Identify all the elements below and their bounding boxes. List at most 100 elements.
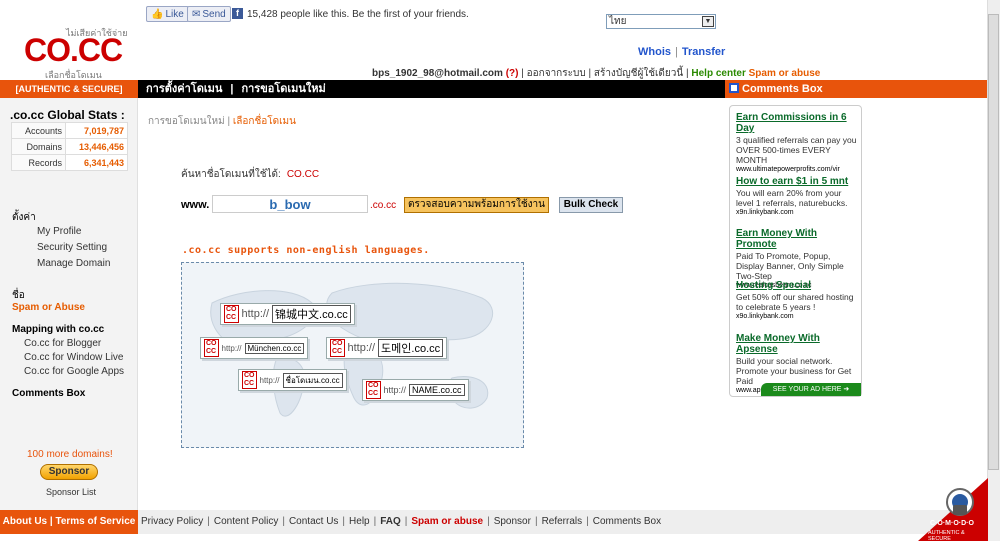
sponsor-button[interactable]: Sponsor xyxy=(40,464,98,480)
language-select[interactable]: ไทย ▼ xyxy=(606,14,716,29)
scrollbar-thumb[interactable] xyxy=(988,14,999,470)
domain-search-input[interactable] xyxy=(212,195,368,213)
ad-title[interactable]: Earn Commissions in 6 Day xyxy=(736,112,860,134)
sidebar-heading-name: ชื่อ xyxy=(12,290,25,301)
footer-link-sponsor[interactable]: Sponsor xyxy=(494,516,531,527)
footer-link-help[interactable]: Help xyxy=(349,516,370,527)
sidebar-item-my-profile[interactable]: My Profile xyxy=(37,226,81,237)
chip-domain: ชื่อโดเมน.co.cc xyxy=(282,372,343,388)
ad-title[interactable]: How to earn $1 in 5 mnt xyxy=(736,176,860,187)
table-row: Accounts 7,019,787 xyxy=(11,122,128,139)
sidebar-item-security[interactable]: Security Setting xyxy=(37,242,107,253)
breadcrumb-choose-domain: เลือกชื่อโดเมน xyxy=(232,116,296,127)
facebook-icon: f xyxy=(232,8,243,19)
more-domains-text: 100 more domains! xyxy=(27,449,113,460)
sidebar-item-window-live[interactable]: Co.cc for Window Live xyxy=(24,352,123,363)
chip-prefix: http:// xyxy=(383,385,407,395)
footer-links: Privacy Policy | Content Policy | Contact Us… xyxy=(138,510,987,534)
domain-example-chip: CO CC http://NAME.co.cc xyxy=(362,379,469,401)
chip-domain: 도메인.co.cc xyxy=(378,339,444,357)
comodo-subtext: AUTHENTIC & SECURE xyxy=(928,530,965,541)
chip-prefix: http:// xyxy=(259,375,280,385)
facebook-like-button[interactable]: 👍 Like xyxy=(146,6,189,22)
comment-icon xyxy=(729,83,739,93)
tab-domain-settings[interactable]: การตั้งค่าโดเมน xyxy=(146,83,222,95)
ad-title[interactable]: Hosting Special xyxy=(736,280,860,291)
bulk-check-button[interactable]: Bulk Check xyxy=(559,197,623,213)
chip-domain: NAME.co.cc xyxy=(409,384,465,396)
domain-example-chip: CO CC http://도메인.co.cc xyxy=(326,337,448,359)
ad-body: Paid To Promote, Popup, Display Banner, … xyxy=(736,251,844,281)
ad-body: Get 50% off our shared hosting to celebr… xyxy=(736,292,854,312)
facebook-like-count: 15,428 people like this. Be the first of… xyxy=(247,9,469,20)
ad-title[interactable]: Make Money With Apsense xyxy=(736,333,860,355)
sidebar-item-comments-box[interactable]: Comments Box xyxy=(12,388,85,399)
domain-example-chip: CO CC http://锦城中文.co.cc xyxy=(220,303,355,325)
comments-box-header[interactable]: Comments Box xyxy=(725,80,987,98)
footer-link-referrals[interactable]: Referrals xyxy=(542,516,583,527)
stats-table: Accounts 7,019,787 Domains 13,446,456 Reco… xyxy=(11,122,128,171)
sidebar-heading-settings: ตั้งค่า xyxy=(12,212,36,223)
breadcrumb: การขอโดเมนใหม่ | เลือกชื่อโดเมน xyxy=(148,114,296,129)
facebook-send-button[interactable]: ✉ Send xyxy=(187,6,231,22)
transfer-link[interactable]: Transfer xyxy=(682,46,725,58)
breadcrumb-separator: | xyxy=(227,116,231,127)
comodo-badge[interactable]: C·O·M·O·D·O AUTHENTIC & SECURE xyxy=(910,478,988,541)
table-row: Records 6,341,443 xyxy=(11,154,128,171)
chip-prefix: http:// xyxy=(241,308,270,320)
language-support-note: .co.cc supports non-english languages. xyxy=(182,245,430,256)
footer-link-faq[interactable]: FAQ xyxy=(380,516,401,527)
sidebar-item-manage-domain[interactable]: Manage Domain xyxy=(37,258,110,269)
see-your-ad-button[interactable]: SEE YOUR AD HERE ➜ xyxy=(761,383,861,396)
create-account-link[interactable]: | สร้างบัญชีผู้ใช้เดียวนี้ | xyxy=(588,68,688,79)
footer-about-terms[interactable]: About Us | Terms of Service xyxy=(0,510,138,534)
sidebar-item-spam[interactable]: Spam or Abuse xyxy=(12,302,85,313)
top-nav: Whois | Transfer xyxy=(638,46,725,58)
help-center-link[interactable]: Help center xyxy=(691,68,745,79)
stats-label: Records xyxy=(11,154,66,171)
chevron-down-icon[interactable]: ▼ xyxy=(702,16,714,27)
tab-new-domain[interactable]: การขอโดเมนใหม่ xyxy=(241,83,325,95)
breadcrumb-new-domain[interactable]: การขอโดเมนใหม่ xyxy=(148,116,225,127)
spam-abuse-link[interactable]: Spam or abuse xyxy=(749,68,821,79)
co-cc-logo-icon: CO CC xyxy=(242,371,257,389)
footer-link-spam[interactable]: Spam or abuse xyxy=(411,516,483,527)
comodo-text: C·O·M·O·D·O xyxy=(930,520,974,527)
ad-item[interactable]: Hosting Special Get 50% off our shared ho… xyxy=(736,280,860,320)
footer-link-comments[interactable]: Comments Box xyxy=(593,516,661,527)
site-logo[interactable]: CO.CC xyxy=(24,32,123,69)
world-map-illustration: CO CC http://锦城中文.co.cc CO CC http://München… xyxy=(181,262,524,448)
ad-url: x9o.linkybank.com xyxy=(736,313,794,320)
language-selected: ไทย xyxy=(609,16,627,27)
logout-link[interactable]: | ออกจากระบบ xyxy=(521,68,585,79)
chip-domain: 锦城中文.co.cc xyxy=(272,305,351,323)
footer-link-content-policy[interactable]: Content Policy xyxy=(214,516,278,527)
footer-link-privacy[interactable]: Privacy Policy xyxy=(141,516,203,527)
domain-example-chip: CO CC http://München.co.cc xyxy=(200,337,309,359)
footer-link-contact[interactable]: Contact Us xyxy=(289,516,338,527)
stats-value: 6,341,443 xyxy=(65,154,128,171)
check-availability-button[interactable]: ตรวจสอบความพร้อมการใช้งาน xyxy=(404,197,549,213)
sidebar-item-google-apps[interactable]: Co.cc for Google Apps xyxy=(24,366,124,377)
co-cc-logo-icon: CO CC xyxy=(330,339,345,357)
main-tabs: การตั้งค่าโดเมน | การขอโดเมนใหม่ xyxy=(138,80,725,98)
stats-label: Accounts xyxy=(11,122,66,139)
sidebar-item-blogger[interactable]: Co.cc for Blogger xyxy=(24,338,101,349)
search-title-label: ค้นหาชื่อโดเมนที่ใช้ได้: xyxy=(181,169,281,180)
help-question-link[interactable]: (?) xyxy=(506,68,519,79)
sponsor-list-link[interactable]: Sponsor List xyxy=(46,487,96,497)
tab-separator: | xyxy=(230,83,234,95)
chip-prefix: http:// xyxy=(347,342,376,354)
chip-prefix: http:// xyxy=(221,343,242,353)
whois-link[interactable]: Whois xyxy=(638,46,671,58)
like-label: Like xyxy=(165,8,184,20)
tld-suffix: .co.cc xyxy=(370,200,397,211)
stats-value: 13,446,456 xyxy=(65,138,128,155)
ad-title[interactable]: Earn Money With Promote xyxy=(736,228,860,250)
sidebar-heading-mapping: Mapping with co.cc xyxy=(12,324,105,335)
send-icon: ✉ xyxy=(192,8,201,20)
ad-item[interactable]: Earn Commissions in 6 Day 3 qualified ref… xyxy=(736,112,860,173)
stats-value: 7,019,787 xyxy=(65,122,128,139)
chip-domain: München.co.cc xyxy=(244,342,305,354)
ad-item[interactable]: How to earn $1 in 5 mnt You will earn 20%… xyxy=(736,176,860,216)
